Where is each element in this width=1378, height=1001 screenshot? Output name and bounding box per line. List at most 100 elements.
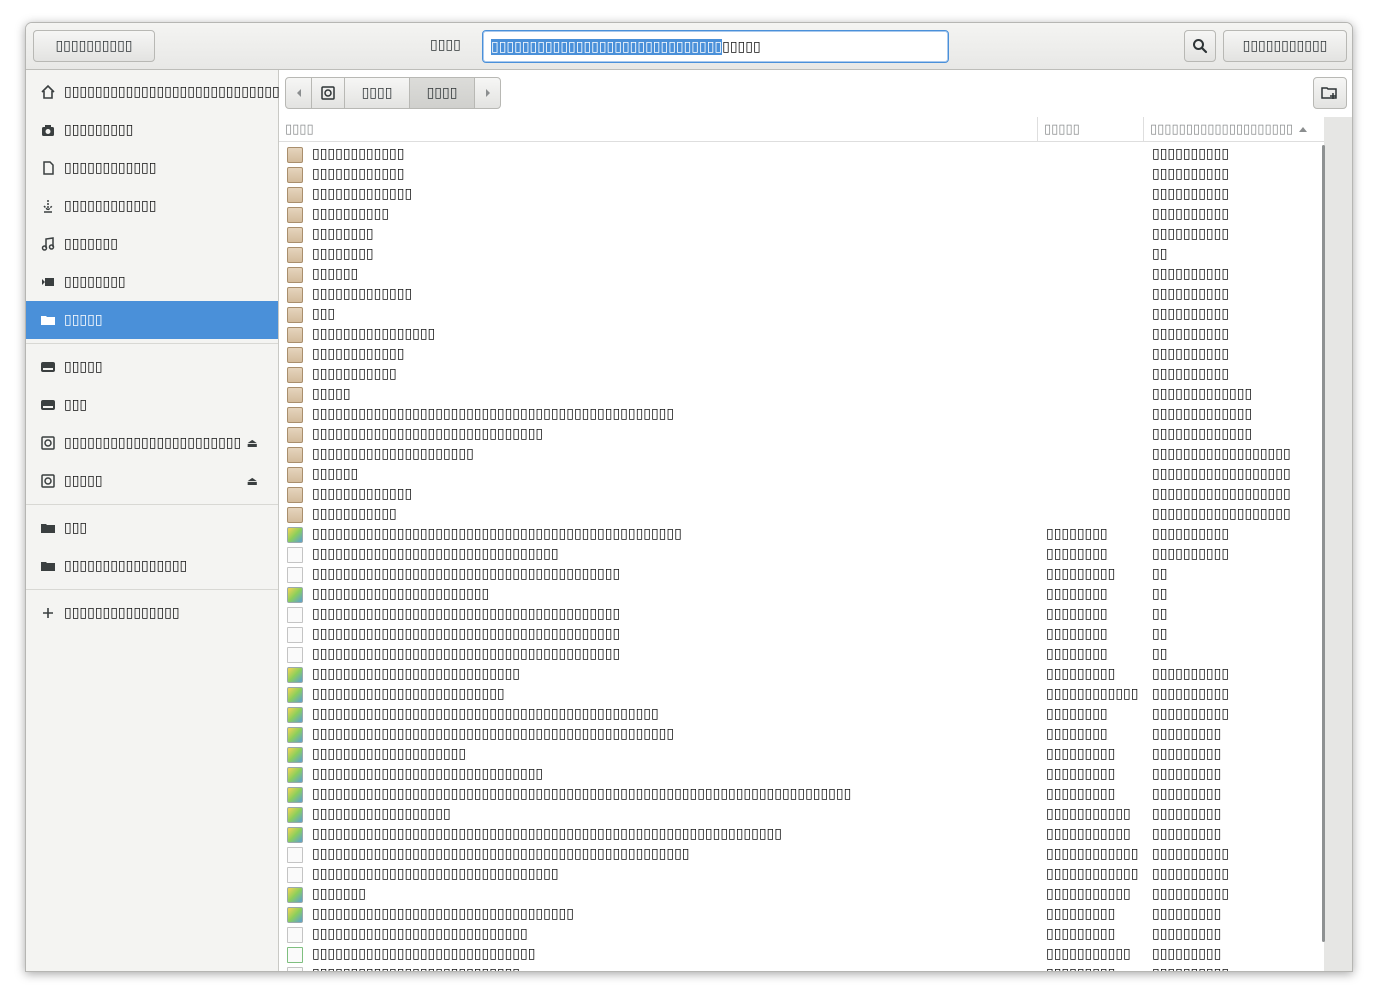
sidebar-item-label: ▯▯▯ bbox=[64, 520, 88, 536]
file-row[interactable]: ▯▯▯▯▯▯▯▯▯▯▯▯▯▯▯▯▯▯▯▯▯▯▯▯▯▯▯▯▯▯▯▯▯▯▯▯▯▯▯▯… bbox=[279, 545, 1324, 565]
sidebar-separator bbox=[26, 589, 278, 590]
file-row[interactable]: ▯▯▯▯▯▯▯▯▯▯▯▯▯▯▯▯▯▯▯▯▯▯▯▯▯▯▯▯▯▯▯▯▯▯▯▯▯▯ bbox=[279, 745, 1324, 765]
file-row[interactable]: ▯▯▯▯▯▯▯▯▯▯▯▯▯▯▯▯▯▯▯▯▯▯▯▯▯▯▯▯▯▯▯▯▯▯▯▯▯▯▯▯… bbox=[279, 925, 1324, 945]
file-row[interactable]: ▯▯▯▯▯▯▯▯▯▯▯▯▯▯▯▯▯▯ bbox=[279, 385, 1324, 405]
file-row[interactable]: ▯▯▯▯▯▯▯▯▯▯▯▯▯ ▯▯▯▯▯▯▯▯▯▯▯▯▯▯▯▯▯▯ bbox=[279, 485, 1324, 505]
cancel-button[interactable]: ▯▯▯▯▯▯▯▯▯▯ bbox=[33, 30, 155, 62]
file-size: ▯▯▯▯▯▯▯▯ bbox=[1046, 586, 1108, 602]
file-row[interactable]: ▯▯▯▯▯▯▯▯▯▯▯▯▯▯▯▯▯▯▯▯▯▯▯▯▯▯▯▯▯▯▯▯▯▯▯▯▯▯▯▯… bbox=[279, 845, 1324, 865]
sidebar-item-drive-2[interactable]: ▯▯▯ bbox=[26, 386, 278, 424]
sidebar-item-bookmark-1[interactable]: ▯▯▯ bbox=[26, 509, 278, 547]
sidebar-item-disc-1[interactable]: ▯▯▯▯▯▯▯▯▯▯▯▯▯▯▯▯▯▯▯▯▯▯▯ ⏏ bbox=[26, 424, 278, 462]
file-row[interactable]: ▯▯▯▯▯▯▯▯▯▯▯▯▯▯▯▯▯▯▯▯▯▯▯▯▯▯▯▯▯▯▯▯▯▯▯▯▯▯▯▯… bbox=[279, 565, 1324, 585]
drive-icon bbox=[40, 359, 56, 375]
file-row[interactable]: ▯▯▯▯▯▯▯ ▯▯▯▯▯▯▯▯▯▯▯ ▯▯▯▯▯▯▯▯▯▯ bbox=[279, 885, 1324, 905]
path-segment-current[interactable]: ▯▯▯▯ bbox=[409, 77, 475, 109]
file-row[interactable]: ▯▯▯▯▯▯▯▯▯▯▯▯▯▯▯▯ ▯▯▯▯▯▯▯▯▯▯ bbox=[279, 325, 1324, 345]
path-root-button[interactable] bbox=[311, 77, 345, 109]
download-icon bbox=[40, 198, 56, 214]
plus-icon bbox=[40, 605, 56, 621]
file-row[interactable]: ▯▯▯▯▯▯▯▯▯▯▯▯▯▯▯▯▯▯▯▯▯▯▯▯▯▯▯▯▯▯▯▯▯▯▯▯▯▯ bbox=[279, 805, 1324, 825]
file-name: ▯▯▯▯▯▯▯▯▯▯▯▯▯▯▯▯▯▯▯▯▯▯▯▯▯▯▯▯▯▯▯▯▯▯▯▯▯▯▯▯… bbox=[312, 406, 675, 422]
file-row[interactable]: ▯▯▯▯▯▯▯▯▯▯▯▯▯▯▯▯▯▯ bbox=[279, 225, 1324, 245]
sidebar-item-label: ▯▯▯ bbox=[64, 397, 88, 413]
eject-icon[interactable]: ⏏ bbox=[247, 436, 258, 450]
file-row[interactable]: ▯▯▯▯▯▯▯▯▯▯▯▯▯▯▯▯▯▯▯▯▯▯▯▯▯▯▯▯▯▯▯▯▯▯▯▯▯▯▯▯… bbox=[279, 625, 1324, 645]
file-row[interactable]: ▯▯▯▯▯▯ ▯▯▯▯▯▯▯▯▯▯ bbox=[279, 265, 1324, 285]
sidebar-item-drive-1[interactable]: ▯▯▯▯▯ bbox=[26, 348, 278, 386]
eject-icon[interactable]: ⏏ bbox=[247, 474, 258, 488]
file-row[interactable]: ▯▯▯▯▯▯▯▯ ▯▯ bbox=[279, 245, 1324, 265]
file-row[interactable]: ▯▯▯▯▯▯▯▯▯▯▯▯▯▯▯▯▯▯▯▯▯▯▯▯▯▯▯▯▯▯▯▯▯▯▯▯▯▯▯▯… bbox=[279, 765, 1324, 785]
folder-icon bbox=[287, 187, 303, 203]
file-name: ▯▯▯▯▯▯▯▯▯▯▯▯▯▯▯▯▯▯▯▯▯▯▯▯▯▯▯ bbox=[312, 666, 521, 682]
file-row[interactable]: ▯▯▯▯▯▯▯▯▯▯▯▯▯▯▯▯▯▯▯▯▯▯▯▯▯▯▯▯▯▯▯▯▯▯▯▯▯▯▯▯… bbox=[279, 405, 1324, 425]
file-modified: ▯▯▯▯▯▯▯▯▯▯ bbox=[1152, 286, 1230, 302]
document-icon bbox=[40, 160, 56, 176]
file-row[interactable]: ▯▯▯▯▯▯▯▯▯▯▯ ▯▯▯▯▯▯▯▯▯▯▯▯▯▯▯▯▯▯ bbox=[279, 505, 1324, 525]
file-modified: ▯▯▯▯▯▯▯▯▯▯▯▯▯ bbox=[1152, 426, 1253, 442]
sidebar-item-label: ▯▯▯▯▯▯▯▯▯▯▯▯▯▯▯▯▯▯▯▯▯▯▯▯▯▯▯▯ bbox=[64, 84, 280, 100]
scrollbar-track[interactable] bbox=[1324, 117, 1352, 971]
file-row[interactable]: ▯▯▯▯▯▯▯▯▯▯▯▯▯▯▯▯▯▯▯▯▯▯▯▯▯▯▯▯▯▯▯▯▯▯▯▯▯▯▯▯… bbox=[279, 705, 1324, 725]
file-modified: ▯▯▯▯▯▯▯▯▯ bbox=[1152, 946, 1222, 962]
sidebar-item-bookmark-2[interactable]: ▯▯▯▯▯▯▯▯▯▯▯▯▯▯▯▯ bbox=[26, 547, 278, 585]
file-size: ▯▯▯▯▯▯▯▯ bbox=[1046, 526, 1108, 542]
file-row[interactable]: ▯▯▯▯▯▯▯▯▯▯▯▯▯▯▯▯▯▯▯▯▯▯▯▯▯▯▯▯▯▯▯▯▯▯▯▯▯▯▯▯… bbox=[279, 825, 1324, 845]
save-button[interactable]: ▯▯▯▯▯▯▯▯▯▯▯ bbox=[1223, 30, 1347, 62]
file-row[interactable]: ▯▯▯▯▯▯▯▯▯▯▯▯▯▯▯▯▯▯▯▯▯▯▯▯▯▯▯▯▯▯▯▯▯▯▯▯▯▯▯▯… bbox=[279, 865, 1324, 885]
file-modified: ▯▯ bbox=[1152, 626, 1168, 642]
file-row[interactable]: ▯▯▯▯▯▯▯▯▯▯▯▯▯▯▯▯▯▯▯▯▯▯▯▯▯▯▯▯▯▯▯▯▯▯▯▯▯▯▯▯… bbox=[279, 645, 1324, 665]
file-row[interactable]: ▯▯▯▯▯▯▯▯▯▯▯▯▯▯▯▯▯▯▯▯▯▯▯▯▯▯▯▯▯▯▯▯▯▯▯▯▯▯▯▯… bbox=[279, 665, 1324, 685]
column-header-name[interactable]: ▯▯▯▯ bbox=[279, 117, 1038, 142]
file-row[interactable]: ▯▯▯▯▯▯▯▯▯▯▯▯▯▯▯▯▯▯▯▯▯ ▯▯▯▯▯▯▯▯▯▯▯▯▯▯▯▯▯▯ bbox=[279, 445, 1324, 465]
file-row[interactable]: ▯▯▯▯▯▯▯▯▯▯▯▯▯▯▯▯▯▯▯▯▯▯▯▯▯▯▯▯▯▯▯▯▯▯▯▯▯▯▯▯… bbox=[279, 905, 1324, 925]
folder-icon bbox=[287, 247, 303, 263]
sidebar-item-disc-2[interactable]: ▯▯▯▯▯ ⏏ bbox=[26, 462, 278, 500]
create-folder-button[interactable] bbox=[1313, 77, 1347, 109]
file-name: ▯▯▯▯▯ bbox=[312, 386, 351, 402]
image-file-icon bbox=[287, 907, 303, 923]
file-row[interactable]: ▯▯▯▯▯▯▯▯▯▯ ▯▯▯▯▯▯▯▯▯▯ bbox=[279, 205, 1324, 225]
file-row[interactable]: ▯▯▯▯▯▯▯▯▯▯▯▯▯▯▯▯▯▯▯▯▯▯▯▯▯▯▯▯▯▯▯▯▯▯▯▯▯▯▯▯… bbox=[279, 425, 1324, 445]
text-file-icon bbox=[287, 967, 303, 971]
file-row[interactable]: ▯▯▯▯▯▯▯▯▯▯▯ ▯▯▯▯▯▯▯▯▯▯ bbox=[279, 365, 1324, 385]
file-name: ▯▯▯▯▯▯▯▯▯▯▯▯▯▯▯▯▯▯▯▯▯▯▯▯▯▯▯▯▯▯▯▯▯▯▯▯▯▯▯▯ bbox=[312, 626, 621, 642]
file-row[interactable]: ▯▯▯ ▯▯▯▯▯▯▯▯▯▯ bbox=[279, 305, 1324, 325]
file-row[interactable]: ▯▯▯▯▯▯▯▯▯▯▯▯ ▯▯▯▯▯▯▯▯▯▯ bbox=[279, 145, 1324, 165]
header-bar: ▯▯▯▯▯▯▯▯▯▯ ▯▯▯▯ ▯▯▯▯▯▯▯▯▯▯▯▯▯▯▯▯▯▯▯▯▯▯▯▯… bbox=[26, 23, 1352, 70]
sidebar-item-other-locations[interactable]: ▯▯▯▯▯▯▯▯▯▯▯▯▯▯▯ bbox=[26, 594, 278, 632]
path-scroll-right-button[interactable] bbox=[474, 77, 501, 109]
file-row[interactable]: ▯▯▯▯▯▯▯▯▯▯▯▯▯▯▯▯▯▯▯▯▯▯▯▯▯▯▯▯▯▯▯▯▯▯▯▯▯▯▯▯… bbox=[279, 785, 1324, 805]
sidebar-item-videos[interactable]: ▯▯▯▯▯▯▯▯ bbox=[26, 263, 278, 301]
file-name: ▯▯▯▯▯▯▯▯▯▯▯▯▯▯▯▯▯▯▯▯▯▯▯▯▯▯▯▯ bbox=[312, 926, 528, 942]
folder-icon bbox=[287, 387, 303, 403]
column-header-size[interactable]: ▯▯▯▯▯ bbox=[1038, 117, 1144, 142]
path-segment-parent[interactable]: ▯▯▯▯ bbox=[344, 77, 410, 109]
sidebar-item-pictures[interactable]: ▯▯▯▯▯▯▯▯▯ bbox=[26, 111, 278, 149]
file-row[interactable]: ▯▯▯▯▯▯▯▯▯▯▯▯ ▯▯▯▯▯▯▯▯▯▯ bbox=[279, 345, 1324, 365]
file-row[interactable]: ▯▯▯▯▯▯▯▯▯▯▯▯▯▯▯▯▯▯▯▯▯▯▯▯▯▯▯▯▯▯▯▯▯▯▯▯▯▯▯▯… bbox=[279, 525, 1324, 545]
file-row[interactable]: ▯▯▯▯▯▯▯▯▯▯▯▯▯▯▯▯▯▯▯▯▯▯▯▯▯▯▯▯▯▯▯▯▯▯▯▯▯▯▯▯… bbox=[279, 605, 1324, 625]
chevron-left-icon bbox=[296, 89, 301, 97]
file-row[interactable]: ▯▯▯▯▯▯▯▯▯▯▯▯▯▯▯▯▯▯▯▯▯▯▯▯▯▯▯▯▯▯▯▯▯▯▯▯▯▯▯▯… bbox=[279, 945, 1324, 965]
file-row[interactable]: ▯▯▯▯▯▯▯▯▯▯▯▯▯ ▯▯▯▯▯▯▯▯▯▯ bbox=[279, 285, 1324, 305]
sidebar-item-downloads[interactable]: ▯▯▯▯▯▯▯▯▯▯▯▯ bbox=[26, 187, 278, 225]
file-row[interactable]: ▯▯▯▯▯▯▯▯▯▯▯▯▯▯▯▯▯▯▯▯▯▯▯▯▯▯▯▯▯▯▯▯▯▯▯▯▯▯▯▯… bbox=[279, 725, 1324, 745]
file-row[interactable]: ▯▯▯▯▯▯▯▯▯▯▯▯ ▯▯▯▯▯▯▯▯▯▯ bbox=[279, 165, 1324, 185]
file-row[interactable]: ▯▯▯▯▯▯▯▯▯▯▯▯▯▯▯▯▯▯▯▯▯▯▯▯▯▯▯▯▯▯▯▯▯▯▯▯▯▯▯▯… bbox=[279, 965, 1324, 971]
file-row[interactable]: ▯▯▯▯▯▯▯▯▯▯▯▯▯▯▯▯▯▯▯▯▯▯▯▯▯▯▯▯▯▯▯▯▯▯▯▯▯▯▯▯… bbox=[279, 685, 1324, 705]
search-button[interactable] bbox=[1184, 30, 1216, 62]
scrollbar-thumb[interactable] bbox=[1322, 145, 1325, 942]
file-row[interactable]: ▯▯▯▯▯▯▯▯▯▯▯▯▯▯▯▯▯▯▯▯▯▯▯ ▯▯▯▯▯▯▯▯ ▯▯ bbox=[279, 585, 1324, 605]
sidebar-item-current-folder[interactable]: ▯▯▯▯▯ bbox=[26, 301, 278, 339]
file-row[interactable]: ▯▯▯▯▯▯ ▯▯▯▯▯▯▯▯▯▯▯▯▯▯▯▯▯▯ bbox=[279, 465, 1324, 485]
file-size: ▯▯▯▯▯▯▯▯ bbox=[1046, 646, 1108, 662]
sidebar-item-documents[interactable]: ▯▯▯▯▯▯▯▯▯▯▯▯ bbox=[26, 149, 278, 187]
path-scroll-left-button[interactable] bbox=[285, 77, 312, 109]
column-header-modified[interactable]: ▯▯▯▯▯▯▯▯▯▯▯▯▯▯▯▯▯▯▯▯ bbox=[1144, 117, 1324, 142]
sidebar-item-home[interactable]: ▯▯▯▯▯▯▯▯▯▯▯▯▯▯▯▯▯▯▯▯▯▯▯▯▯▯▯▯ bbox=[26, 73, 280, 111]
file-name-input[interactable]: ▯▯▯▯▯▯▯▯▯▯▯▯▯▯▯▯▯▯▯▯▯▯▯▯▯▯▯▯▯▯ ▯▯▯▯▯ bbox=[482, 30, 949, 63]
file-row[interactable]: ▯▯▯▯▯▯▯▯▯▯▯▯▯ ▯▯▯▯▯▯▯▯▯▯ bbox=[279, 185, 1324, 205]
sidebar-item-music[interactable]: ▯▯▯▯▯▯▯ bbox=[26, 225, 278, 263]
